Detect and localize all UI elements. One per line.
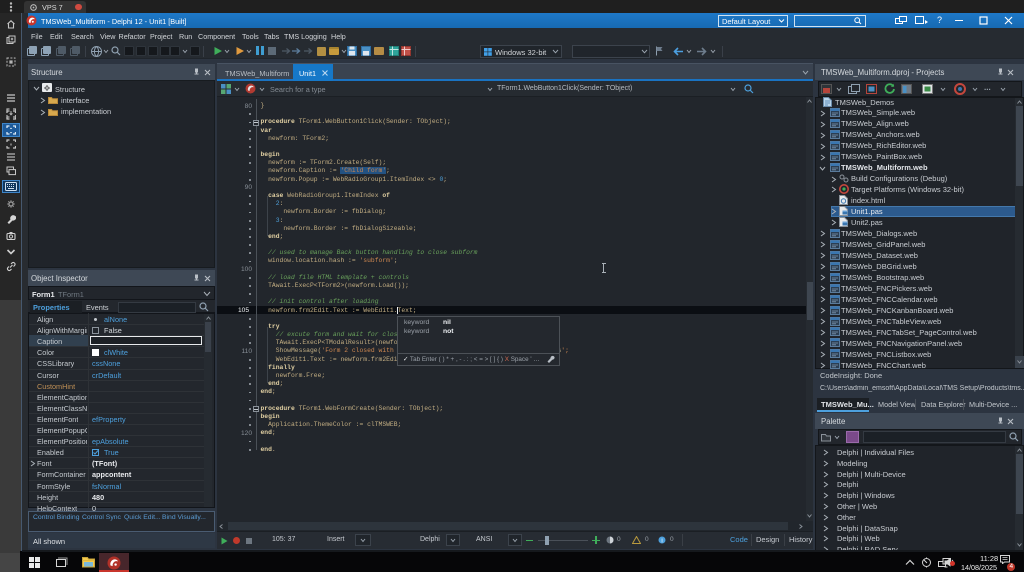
svg-text:i: i [661, 538, 662, 544]
